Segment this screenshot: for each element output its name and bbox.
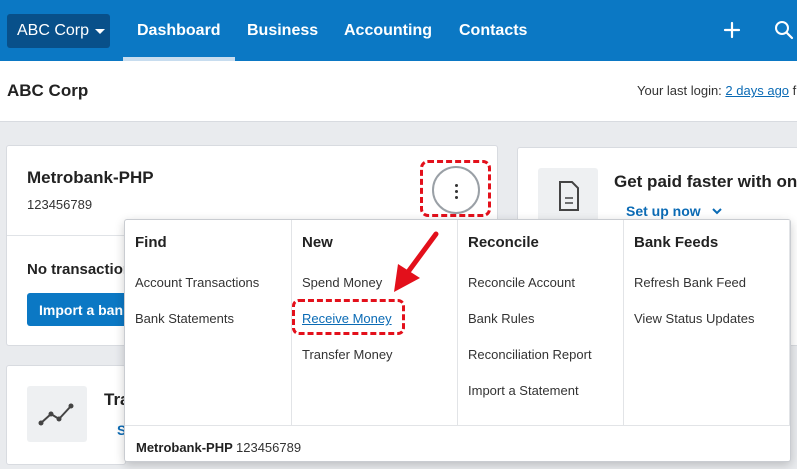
plus-icon[interactable] — [722, 20, 742, 40]
last-login-link[interactable]: 2 days ago — [725, 83, 789, 98]
chevron-down-icon — [711, 208, 722, 215]
setup-now-label: Set up now — [626, 203, 701, 219]
tab-business[interactable]: Business — [247, 0, 318, 61]
search-icon[interactable] — [774, 20, 794, 40]
menu-item-view-status-updates[interactable]: View Status Updates — [634, 311, 754, 326]
menu-footer: Metrobank-PHP 123456789 — [125, 425, 790, 463]
menu-item-import-statement[interactable]: Import a Statement — [468, 383, 579, 398]
menu-item-bank-statements[interactable]: Bank Statements — [135, 311, 234, 326]
menu-column-find: Find Account Transactions Bank Statement… — [125, 220, 292, 425]
menu-column-reconcile: Reconcile Reconcile Account Bank Rules R… — [458, 220, 624, 425]
org-switcher-button[interactable]: ABC Corp — [7, 14, 110, 48]
last-login: Your last login: 2 days ago f — [637, 83, 796, 98]
org-header: ABC Corp Your last login: 2 days ago f — [0, 61, 797, 122]
menu-heading: New — [302, 234, 333, 251]
last-login-prefix: Your last login: — [637, 83, 726, 98]
trend-icon-box — [27, 386, 87, 442]
bank-account-name[interactable]: Metrobank-PHP — [27, 168, 154, 188]
menu-item-account-transactions[interactable]: Account Transactions — [135, 275, 259, 290]
caret-down-icon — [95, 28, 106, 34]
tab-contacts[interactable]: Contacts — [459, 0, 527, 61]
kebab-highlight-annotation — [420, 160, 491, 217]
setup-now-link[interactable]: Set up now — [626, 203, 723, 219]
menu-item-transfer-money[interactable]: Transfer Money — [302, 347, 393, 362]
menu-heading: Find — [135, 234, 167, 251]
bank-account-number: 123456789 — [27, 197, 93, 212]
trend-icon — [38, 403, 74, 426]
menu-item-reconciliation-report[interactable]: Reconciliation Report — [468, 347, 592, 362]
menu-footer-account-number: 123456789 — [236, 440, 302, 455]
menu-heading: Reconcile — [468, 234, 539, 251]
menu-item-spend-money[interactable]: Spend Money — [302, 275, 382, 290]
document-icon-box — [538, 168, 598, 224]
menu-heading: Bank Feeds — [634, 234, 719, 251]
menu-item-refresh-bank-feed[interactable]: Refresh Bank Feed — [634, 275, 746, 290]
menu-item-reconcile-account[interactable]: Reconcile Account — [468, 275, 575, 290]
no-transactions-text: No transaction — [27, 261, 133, 278]
page-title: ABC Corp — [7, 81, 89, 100]
arrow-icon — [394, 231, 439, 292]
menu-column-bank-feeds: Bank Feeds Refresh Bank Feed View Status… — [624, 220, 790, 425]
org-switcher-label: ABC Corp — [17, 22, 90, 39]
tab-accounting[interactable]: Accounting — [344, 0, 432, 61]
top-nav: ABC Corp Dashboard Business Accounting C… — [0, 0, 797, 61]
document-icon — [559, 181, 579, 211]
last-login-suffix: f — [789, 83, 797, 98]
menu-footer-account-name: Metrobank-PHP — [136, 440, 233, 455]
trends-card: Tra S — [6, 365, 130, 465]
tab-dashboard[interactable]: Dashboard — [123, 0, 235, 61]
get-paid-title: Get paid faster with on — [614, 172, 797, 191]
bank-account-menu: Find Account Transactions Bank Statement… — [124, 219, 791, 462]
menu-item-bank-rules[interactable]: Bank Rules — [468, 311, 534, 326]
